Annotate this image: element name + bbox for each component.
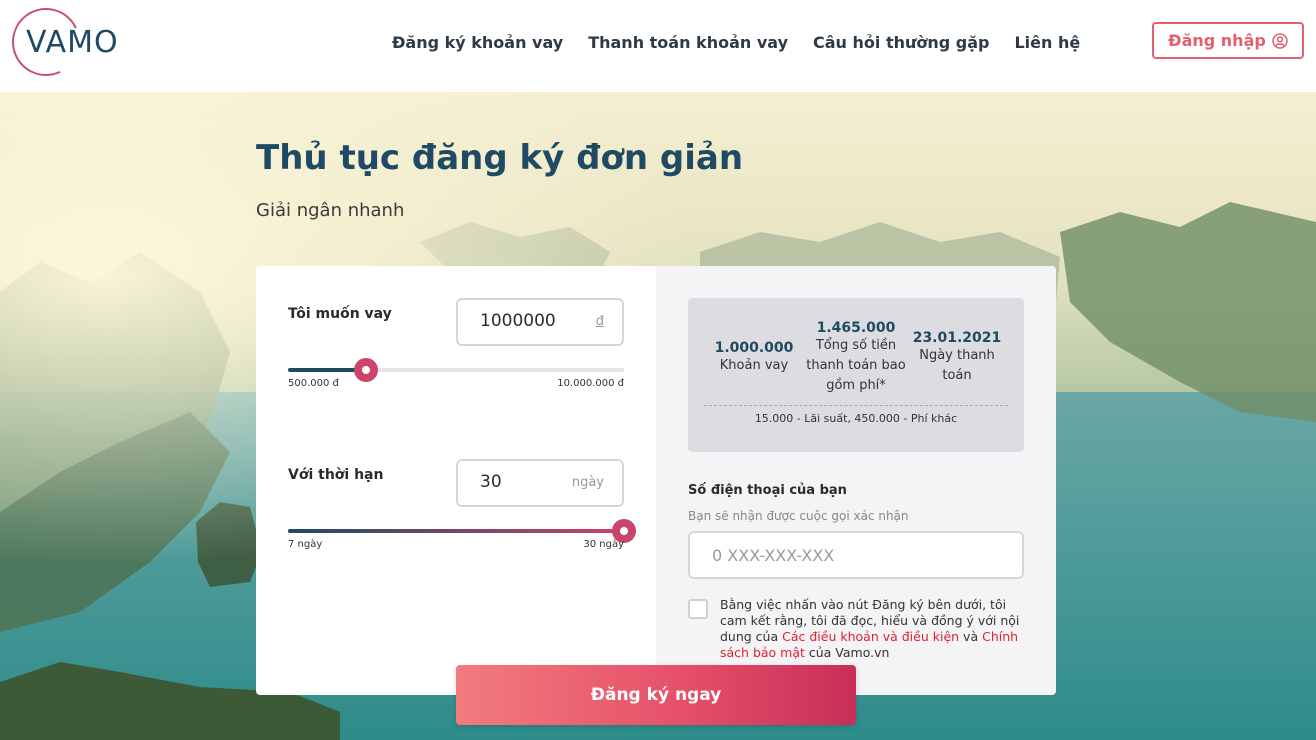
phone-input[interactable] (688, 531, 1024, 579)
term-value: 30 (480, 472, 502, 492)
term-label: Với thời hạn (288, 467, 384, 483)
loan-summary: 1.000.000 Khoản vay 1.465.000 Tổng số ti… (688, 298, 1024, 452)
login-label: Đăng nhập (1168, 31, 1266, 50)
login-button[interactable]: Đăng nhập (1152, 22, 1304, 59)
loan-form-card: Tôi muốn vay 1000000 đ 500.000 đ 10.000.… (256, 266, 1056, 695)
phone-hint: Bạn sẽ nhận được cuộc gọi xác nhận (688, 509, 909, 523)
summary-loan: 1.000.000 Khoản vay (702, 340, 806, 376)
summary-loan-value: 1.000.000 (714, 340, 794, 356)
summary-date-label: Ngày thanh toán (919, 348, 995, 383)
amount-max-label: 10.000.000 đ (557, 378, 624, 389)
amount-value: 1000000 (480, 311, 556, 331)
logo-text: VAMO (26, 25, 119, 60)
term-slider-fill (288, 529, 624, 533)
page-subtitle: Giải ngân nhanh (256, 200, 405, 221)
agreement-checkbox[interactable] (688, 599, 708, 619)
summary-date: 23.01.2021 Ngày thanh toán (912, 330, 1002, 386)
term-slider[interactable] (288, 519, 636, 543)
terms-link[interactable]: Các điều khoản và điều kiện (782, 629, 959, 644)
term-input[interactable]: 30 ngày (456, 459, 624, 507)
site-header: VAMO Đăng ký khoản vay Thanh toán khoản … (0, 0, 1316, 92)
user-icon (1272, 32, 1288, 49)
summary-total: 1.465.000 Tổng số tiền thanh toán bao gồ… (802, 320, 910, 396)
term-unit: ngày (571, 475, 604, 490)
term-max-label: 30 ngày (583, 539, 624, 550)
register-now-label: Đăng ký ngay (590, 685, 722, 705)
nav-item-loan-payment[interactable]: Thanh toán khoản vay (588, 33, 788, 52)
application-panel: 1.000.000 Khoản vay 1.465.000 Tổng số ti… (656, 266, 1056, 695)
agreement-text: Bằng việc nhấn vào nút Đăng ký bên dưới,… (720, 597, 1026, 661)
nav-item-faq[interactable]: Câu hỏi thường gặp (813, 33, 989, 52)
term-min-label: 7 ngày (288, 539, 323, 550)
phone-label: Số điện thoại của bạn (688, 483, 847, 498)
agreement-text-part-2: và (959, 629, 983, 644)
register-now-button[interactable]: Đăng ký ngay (456, 665, 856, 725)
amount-unit: đ (595, 314, 604, 329)
loan-calculator-panel: Tôi muốn vay 1000000 đ 500.000 đ 10.000.… (256, 266, 656, 695)
page-title: Thủ tục đăng ký đơn giản (256, 138, 744, 178)
summary-footnote: 15.000 - Lãi suất, 450.000 - Phí khác (754, 412, 958, 425)
amount-slider-handle[interactable] (353, 358, 378, 382)
nav-item-loan-register[interactable]: Đăng ký khoản vay (392, 33, 563, 52)
nav-item-contact[interactable]: Liên hệ (1014, 33, 1080, 52)
amount-slider[interactable] (288, 358, 624, 382)
amount-label: Tôi muốn vay (288, 306, 392, 322)
vamo-logo[interactable]: VAMO (2, 0, 132, 86)
agreement-text-part-3: của Vamo.vn (804, 645, 890, 660)
summary-divider (704, 405, 1008, 406)
amount-min-label: 500.000 đ (288, 378, 339, 389)
summary-total-value: 1.465.000 (816, 320, 896, 336)
summary-total-label: Tổng số tiền thanh toán bao gồm phí* (806, 338, 906, 393)
summary-date-value: 23.01.2021 (912, 330, 1002, 346)
main-nav: Đăng ký khoản vay Thanh toán khoản vay C… (392, 33, 1105, 52)
summary-loan-label: Khoản vay (719, 358, 789, 373)
amount-input[interactable]: 1000000 đ (456, 298, 624, 346)
